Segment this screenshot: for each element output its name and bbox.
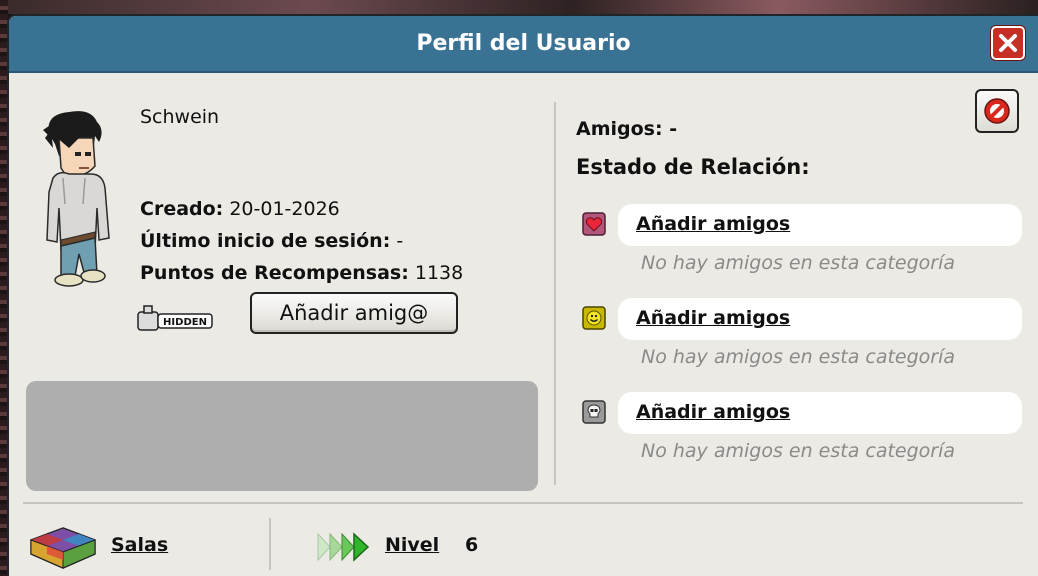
- rooms-link[interactable]: Salas: [111, 534, 168, 556]
- window-title: Perfil del Usuario: [416, 31, 631, 56]
- friends-count: Amigos: -: [576, 118, 677, 140]
- close-icon: [999, 34, 1017, 52]
- level-value: 6: [465, 534, 479, 556]
- created-label: Creado:: [140, 198, 224, 220]
- rewards-info: Puntos de Recompensas: 1138: [140, 262, 463, 284]
- created-value: 20-01-2026: [229, 198, 340, 220]
- username: Schwein: [140, 106, 220, 128]
- level-link[interactable]: Nivel: [385, 534, 439, 556]
- friends-count-label: Amigos:: [576, 118, 663, 140]
- relationship-row-love: Añadir amigos No hay amigos en esta cate…: [576, 204, 1024, 294]
- motto-box[interactable]: [26, 381, 538, 491]
- background-strip: [0, 0, 1038, 14]
- hidden-badge-icon[interactable]: HIDDEN: [136, 303, 216, 333]
- last-login-info: Último inicio de sesión: -: [140, 230, 403, 252]
- created-info: Creado: 20-01-2026: [140, 198, 340, 220]
- footer-divider: [23, 502, 1023, 504]
- add-friends-link[interactable]: Añadir amigos: [636, 307, 790, 329]
- ignore-user-button[interactable]: [975, 89, 1019, 133]
- user-avatar[interactable]: [39, 108, 119, 290]
- window-titlebar[interactable]: Perfil del Usuario: [9, 16, 1038, 73]
- add-friend-button[interactable]: Añadir amig@: [250, 292, 458, 334]
- heart-icon: [582, 212, 606, 236]
- empty-category-text: No hay amigos en esta categoría: [641, 440, 956, 462]
- relationship-pill: Añadir amigos: [618, 298, 1022, 340]
- close-button[interactable]: [991, 26, 1025, 60]
- empty-category-text: No hay amigos en esta categoría: [641, 346, 956, 368]
- rooms-icon[interactable]: [29, 526, 99, 570]
- last-login-value: -: [396, 230, 404, 252]
- empty-category-text: No hay amigos en esta categoría: [641, 252, 956, 274]
- relationship-row-hate: Añadir amigos No hay amigos en esta cate…: [576, 392, 1024, 482]
- add-friends-link[interactable]: Añadir amigos: [636, 213, 790, 235]
- rewards-label: Puntos de Recompensas:: [140, 262, 409, 284]
- relationship-heading: Estado de Relación:: [576, 155, 810, 179]
- relationship-pill: Añadir amigos: [618, 392, 1022, 434]
- add-friends-link[interactable]: Añadir amigos: [636, 401, 790, 423]
- rewards-value: 1138: [414, 262, 464, 284]
- footer-separator: [269, 518, 271, 570]
- level-arrows-icon: [317, 532, 370, 562]
- relationship-pill: Añadir amigos: [618, 204, 1022, 246]
- smiley-icon: [582, 306, 606, 330]
- last-login-label: Último inicio de sesión:: [140, 230, 391, 252]
- skull-icon: [582, 400, 606, 424]
- friends-count-value: -: [669, 118, 678, 140]
- relationship-row-friend: Añadir amigos No hay amigos en esta cate…: [576, 298, 1024, 388]
- hidden-badge-text: HIDDEN: [163, 317, 207, 328]
- profile-window: Perfil del Usuario Schwein Creado: 20-01…: [7, 14, 1038, 576]
- vertical-divider: [554, 102, 556, 485]
- block-icon: [984, 98, 1010, 124]
